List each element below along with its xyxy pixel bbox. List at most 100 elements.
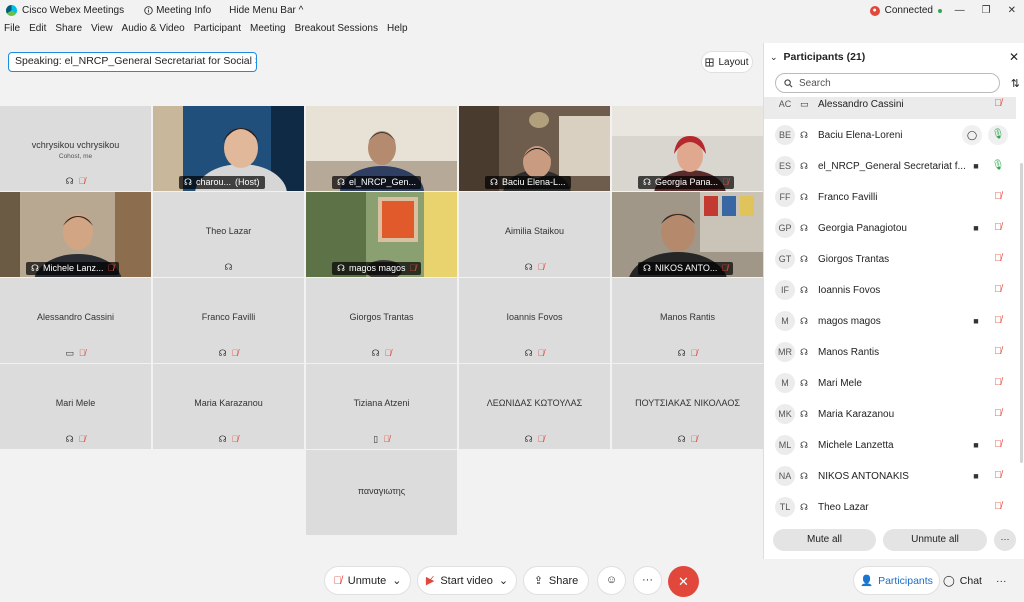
video-tile[interactable]: vchrysikou vchrysikou Cohost, me ☊ 🎙̸ bbox=[0, 106, 151, 191]
speaking-indicator[interactable]: Speaking: el_NRCP_General Secretariat fo… bbox=[8, 52, 257, 72]
video-camera-icon: ▭ bbox=[65, 348, 74, 358]
list-item[interactable]: MR ☊ Manos Rantis 🎙̸ bbox=[764, 337, 1016, 367]
video-tile[interactable]: ☊ charou... (Host) bbox=[153, 106, 304, 191]
menu-audio-video[interactable]: Audio & Video bbox=[122, 23, 185, 39]
video-tile[interactable]: ☊ magos magos 🎙̸ bbox=[306, 192, 457, 277]
video-tile[interactable]: ☊ Michele Lanz... 🎙̸ bbox=[0, 192, 151, 277]
mic-muted-icon: 🎙̸ bbox=[690, 434, 698, 444]
chat-toggle-button[interactable]: ◯ Chat bbox=[943, 566, 982, 595]
video-tile[interactable]: Franco Favilli ☊ 🎙̸ bbox=[153, 278, 304, 363]
list-item[interactable]: NA ☊ NIKOS ANTONAKIS ■ 🎙̸ bbox=[764, 461, 1016, 491]
video-tile[interactable]: ☊ Baciu Elena-L... bbox=[459, 106, 610, 191]
participants-toggle-button[interactable]: 👤 Participants bbox=[853, 566, 940, 595]
list-item[interactable]: GT ☊ Giorgos Trantas 🎙̸ bbox=[764, 244, 1016, 274]
participant-caption: ☊ el_NRCP_Gen... bbox=[332, 176, 422, 189]
list-item[interactable]: MK ☊ Maria Karazanou 🎙̸ bbox=[764, 399, 1016, 429]
video-tile[interactable]: ☊ Georgia Pana... 🎙̸ bbox=[612, 106, 763, 191]
chevron-down-icon[interactable]: ⌄ bbox=[392, 574, 401, 587]
list-item[interactable]: GP ☊ Georgia Panagiotou ■ 🎙̸ bbox=[764, 213, 1016, 243]
list-item[interactable]: ES ☊ el_NRCP_General Secretariat f... ■ … bbox=[764, 151, 1016, 181]
mic-muted-icon[interactable]: 🎙̸ bbox=[988, 218, 1008, 238]
video-tile[interactable]: Ioannis Fovos ☊ 🎙̸ bbox=[459, 278, 610, 363]
list-item[interactable]: FF ☊ Franco Favilli 🎙̸ bbox=[764, 182, 1016, 212]
list-item[interactable]: IF ☊ Ioannis Fovos 🎙̸ bbox=[764, 275, 1016, 305]
menu-share[interactable]: Share bbox=[55, 23, 82, 39]
connection-status[interactable]: ● Connected bbox=[869, 5, 942, 16]
video-tile[interactable]: Alessandro Cassini ▭ 🎙̸ bbox=[0, 278, 151, 363]
close-icon[interactable]: ✕ bbox=[1009, 50, 1019, 64]
list-item[interactable]: ML ☊ Michele Lanzetta ■ 🎙̸ bbox=[764, 430, 1016, 460]
list-item[interactable]: BE ☊ Baciu Elena-Loreni ◯ 🎙 bbox=[764, 120, 1016, 150]
headset-icon: ☊ bbox=[218, 434, 227, 444]
headset-icon: ☊ bbox=[65, 434, 74, 444]
start-video-button[interactable]: ▶̸ Start video ⌄ bbox=[417, 566, 517, 595]
menu-meeting[interactable]: Meeting bbox=[250, 23, 286, 39]
chat-icon[interactable]: ◯ bbox=[962, 125, 982, 145]
chevron-down-icon[interactable]: ⌄ bbox=[770, 52, 778, 63]
share-label: Share bbox=[548, 574, 579, 587]
mic-active-icon[interactable]: 🎙 bbox=[988, 156, 1008, 176]
list-item[interactable]: M ☊ magos magos ■ 🎙̸ bbox=[764, 306, 1016, 336]
video-tile[interactable]: Mari Mele ☊ 🎙̸ bbox=[0, 364, 151, 449]
menu-breakout-sessions[interactable]: Breakout Sessions bbox=[295, 23, 378, 39]
video-tile[interactable]: Theo Lazar ☊ bbox=[153, 192, 304, 277]
list-item[interactable]: TL ☊ Theo Lazar 🎙̸ bbox=[764, 492, 1016, 521]
mic-muted-icon[interactable]: 🎙̸ bbox=[988, 187, 1008, 207]
video-tile-active-speaker[interactable]: ☊ el_NRCP_Gen... bbox=[306, 106, 457, 191]
mic-muted-icon[interactable]: 🎙̸ bbox=[988, 466, 1008, 486]
minimize-icon[interactable]: — bbox=[955, 5, 965, 16]
speaking-name: el_NRCP_General Secretariat for Social S… bbox=[64, 55, 256, 67]
mic-muted-icon[interactable]: 🎙̸ bbox=[988, 280, 1008, 300]
video-tile[interactable]: Giorgos Trantas ☊ 🎙̸ bbox=[306, 278, 457, 363]
menu-edit[interactable]: Edit bbox=[29, 23, 46, 39]
menu-view[interactable]: View bbox=[91, 23, 113, 39]
menu-help[interactable]: Help bbox=[387, 23, 408, 39]
menu-file[interactable]: File bbox=[4, 23, 20, 39]
mic-muted-icon: 🎙̸ bbox=[409, 263, 417, 273]
more-icon[interactable]: ··· bbox=[633, 566, 662, 595]
tile-status-icons: ☊ 🎙̸ bbox=[459, 434, 610, 445]
headset-icon: ☊ bbox=[218, 348, 227, 358]
more-icon[interactable]: ··· bbox=[994, 529, 1016, 551]
chat-label: Chat bbox=[959, 574, 982, 587]
video-tile[interactable]: Manos Rantis ☊ 🎙̸ bbox=[612, 278, 763, 363]
mic-muted-icon[interactable]: 🎙̸ bbox=[988, 435, 1008, 455]
sort-icon[interactable]: ⇅ bbox=[1011, 77, 1020, 90]
mic-muted-icon[interactable]: 🎙̸ bbox=[988, 342, 1008, 362]
participant-name: Manos Rantis bbox=[818, 346, 880, 358]
host-label: (Host) bbox=[235, 177, 260, 187]
mic-muted-icon[interactable]: 🎙̸ bbox=[988, 373, 1008, 393]
video-tile[interactable]: Aimilia Staikou ☊ 🎙̸ bbox=[459, 192, 610, 277]
video-tile[interactable]: Maria Karazanou ☊ 🎙̸ bbox=[153, 364, 304, 449]
unmute-all-button[interactable]: Unmute all bbox=[883, 529, 987, 551]
video-tile[interactable]: Tiziana Atzeni ▯ 🎙̸ bbox=[306, 364, 457, 449]
close-icon[interactable]: ✕ bbox=[1008, 5, 1016, 16]
menu-participant[interactable]: Participant bbox=[194, 23, 241, 39]
chevron-down-icon[interactable]: ⌄ bbox=[499, 574, 508, 587]
participant-list-scrollbar[interactable] bbox=[1020, 163, 1023, 463]
search-input[interactable]: Search bbox=[775, 73, 1000, 93]
more-icon[interactable]: ··· bbox=[996, 566, 1007, 595]
list-item[interactable]: AC ▭ Alessandro Cassini 🎙̸ bbox=[764, 97, 1016, 119]
mic-muted-icon[interactable]: 🎙̸ bbox=[988, 311, 1008, 331]
meeting-info-button[interactable]: Meeting Info bbox=[144, 5, 211, 16]
mic-muted-icon[interactable]: 🎙̸ bbox=[988, 97, 1008, 114]
end-call-button[interactable]: ✕ bbox=[668, 566, 699, 597]
mic-active-icon[interactable]: 🎙 bbox=[988, 125, 1008, 145]
participant-caption: ☊ Michele Lanz... 🎙̸ bbox=[26, 262, 120, 275]
mic-muted-icon[interactable]: 🎙̸ bbox=[988, 497, 1008, 517]
share-button[interactable]: ⇪ Share bbox=[523, 566, 589, 595]
emoji-icon[interactable]: ☺ bbox=[597, 566, 626, 595]
list-item[interactable]: M ☊ Mari Mele 🎙̸ bbox=[764, 368, 1016, 398]
video-tile[interactable]: παναγιωτης bbox=[306, 450, 457, 535]
hide-menu-bar-button[interactable]: Hide Menu Bar ^ bbox=[229, 5, 303, 16]
video-tile[interactable]: ☊ NIKOS ANTO... 🎙̸ bbox=[612, 192, 763, 277]
video-tile[interactable]: ΛΕΩΝΙΔΑΣ ΚΩΤΟΥΛΑΣ ☊ 🎙̸ bbox=[459, 364, 610, 449]
unmute-button[interactable]: 🎙̸ Unmute ⌄ bbox=[324, 566, 411, 595]
mute-all-button[interactable]: Mute all bbox=[773, 529, 876, 551]
mic-muted-icon[interactable]: 🎙̸ bbox=[988, 249, 1008, 269]
restore-icon[interactable]: ❐ bbox=[982, 5, 991, 16]
video-tile[interactable]: ΠΟΥΤΣΙΑΚΑΣ ΝΙΚΟΛΑΟΣ ☊ 🎙̸ bbox=[612, 364, 763, 449]
layout-button[interactable]: Layout bbox=[701, 51, 753, 73]
mic-muted-icon[interactable]: 🎙̸ bbox=[988, 404, 1008, 424]
